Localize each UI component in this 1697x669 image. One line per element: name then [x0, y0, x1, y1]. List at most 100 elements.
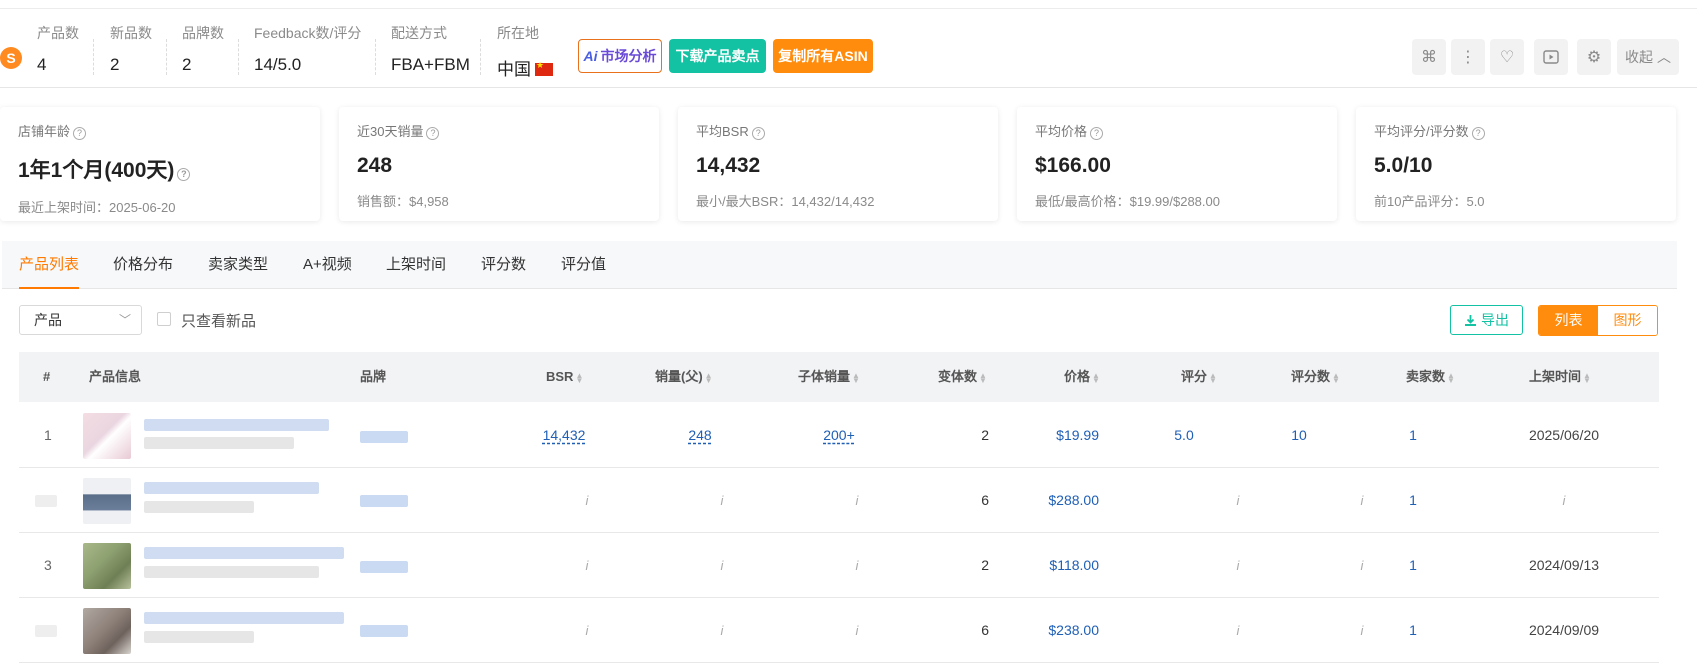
divider	[375, 39, 376, 75]
col-child-sales-sortable[interactable]: 子体销量 ▲ ▼	[798, 352, 860, 402]
col-bsr-sortable[interactable]: BSR ▲ ▼	[546, 352, 583, 402]
sales-link[interactable]: 248	[688, 427, 711, 443]
sales-placeholder-icon: i	[720, 558, 724, 573]
sort-icon: ▲ ▼	[575, 370, 584, 385]
col-reviews-sortable[interactable]: 评分数 ▲ ▼	[1291, 352, 1340, 402]
child-sales-value[interactable]: 200+	[809, 403, 869, 468]
help-icon[interactable]: ?	[177, 168, 191, 181]
listing-date: 2024/09/13	[1528, 557, 1600, 573]
product-title-blurred[interactable]	[144, 482, 319, 494]
help-icon[interactable]: ?	[73, 127, 87, 140]
sales-placeholder-icon: i	[720, 623, 724, 638]
download-selling-points-button[interactable]: 下载产品卖点	[669, 39, 766, 73]
help-icon[interactable]: ?	[1090, 127, 1104, 140]
sellers-value[interactable]: 1	[1388, 403, 1438, 468]
card-value: 14,432	[696, 154, 761, 177]
price-value[interactable]: $19.99	[1019, 403, 1099, 468]
col-price-sortable[interactable]: 价格 ▲ ▼	[1064, 352, 1100, 402]
help-icon[interactable]: ?	[426, 127, 440, 140]
stat-location: 所在地 中国	[497, 23, 553, 80]
stat-label: 配送方式	[391, 25, 447, 41]
table-row[interactable]: 1 14,432 248 200+ 2 $19.99 5.0 10 1 2025…	[19, 403, 1659, 468]
product-thumbnail[interactable]	[83, 478, 131, 524]
product-asin-blurred	[144, 566, 319, 578]
card-title: 平均评分/评分数?	[1374, 121, 1658, 140]
settings-gear-icon[interactable]: ⚙	[1577, 39, 1611, 75]
parent-sales-value[interactable]: 248	[670, 403, 730, 468]
product-thumbnail[interactable]	[83, 608, 131, 654]
sort-icon: ▲ ▼	[1092, 370, 1100, 385]
price-value[interactable]: $288.00	[1019, 468, 1099, 533]
child-sales-link[interactable]: 200+	[823, 427, 855, 443]
sellers-value[interactable]: 1	[1388, 533, 1438, 598]
card-title-text: 平均BSR	[696, 124, 749, 139]
only-new-label[interactable]: 只查看新品	[181, 310, 256, 331]
sellers-value[interactable]: 1	[1388, 598, 1438, 663]
command-icon[interactable]: ⌘	[1412, 39, 1446, 75]
product-title-blurred[interactable]	[144, 547, 344, 559]
card-avg-price: 平均价格? $166.00 最低/最高价格：$19.99/$288.00	[1017, 107, 1337, 221]
product-thumbnail[interactable]	[83, 543, 131, 589]
brand-blurred[interactable]	[360, 495, 408, 507]
brand-blurred[interactable]	[360, 431, 408, 443]
listing-date: 2024/09/09	[1528, 622, 1600, 638]
price-value[interactable]: $118.00	[1019, 533, 1099, 598]
col-label: 卖家数	[1406, 369, 1446, 384]
help-icon[interactable]: ?	[1471, 127, 1485, 140]
tab-review-count[interactable]: 评分数	[481, 241, 526, 289]
col-listing-date-sortable[interactable]: 上架时间 ▲ ▼	[1529, 352, 1591, 402]
stat-value: 14/5.0	[254, 55, 302, 74]
tab-price-distribution[interactable]: 价格分布	[113, 241, 173, 289]
copy-all-asin-button[interactable]: 复制所有ASIN	[773, 39, 873, 73]
video-play-svg	[1543, 50, 1559, 64]
brand-blurred[interactable]	[360, 625, 408, 637]
only-new-checkbox[interactable]	[157, 312, 171, 326]
bsr-placeholder-icon: i	[585, 493, 589, 508]
card-subtext: 最近上架时间：2025-06-20	[18, 200, 176, 215]
divider	[238, 39, 239, 75]
col-label: 评分	[1181, 369, 1208, 384]
tab-listing-date[interactable]: 上架时间	[386, 241, 446, 289]
card-value: 248	[357, 154, 393, 177]
tab-seller-type[interactable]: 卖家类型	[208, 241, 268, 289]
export-button[interactable]: 导出	[1450, 305, 1523, 335]
price-value[interactable]: $238.00	[1019, 598, 1099, 663]
bsr-value[interactable]: 14,432	[534, 403, 594, 468]
bsr-link[interactable]: 14,432	[543, 427, 586, 443]
market-analysis-button[interactable]: Ai 市场分析	[578, 39, 662, 73]
collapse-button[interactable]: 收起 ︿	[1617, 39, 1679, 75]
card-subtext: 最低/最高价格：$19.99/$288.00	[1035, 194, 1220, 209]
product-asin-blurred	[144, 437, 294, 449]
card-subtext: 最小/最大BSR：14,432/14,432	[696, 194, 875, 209]
rating-value[interactable]: 5.0	[1159, 403, 1209, 468]
brand-blurred[interactable]	[360, 561, 408, 573]
tab-product-list[interactable]: 产品列表	[19, 241, 80, 289]
video-play-icon[interactable]	[1534, 39, 1568, 75]
reviews-placeholder-icon: i	[1360, 493, 1364, 508]
more-vertical-icon[interactable]: ⋮	[1451, 39, 1485, 75]
tab-rating-value[interactable]: 评分值	[561, 241, 606, 289]
help-icon[interactable]: ?	[751, 127, 765, 140]
rating-placeholder-icon: i	[1236, 493, 1240, 508]
col-rating-sortable[interactable]: 评分 ▲ ▼	[1181, 352, 1217, 402]
table-row[interactable]: i i i 6 $238.00 i i 1 2024/09/09	[19, 598, 1659, 663]
view-chart-button[interactable]: 图形	[1598, 306, 1657, 335]
stat-label: 所在地	[497, 25, 539, 41]
product-thumbnail[interactable]	[83, 413, 131, 459]
sellers-value[interactable]: 1	[1388, 468, 1438, 533]
heart-icon[interactable]: ♡	[1490, 39, 1524, 75]
table-row[interactable]: 3 i i i 2 $118.00 i i 1 2024/09/13	[19, 533, 1659, 598]
col-parent-sales-sortable[interactable]: 销量(父) ▲ ▼	[655, 352, 713, 402]
col-variants-sortable[interactable]: 变体数 ▲ ▼	[938, 352, 987, 402]
sort-icon: ▲ ▼	[1583, 370, 1591, 385]
view-list-button[interactable]: 列表	[1539, 306, 1598, 335]
table-row[interactable]: i i i 6 $288.00 i i 1 i	[19, 468, 1659, 533]
card-title-text: 平均价格	[1035, 124, 1088, 139]
col-index: #	[43, 369, 51, 384]
product-type-select[interactable]: 产品 ﹀	[19, 305, 142, 335]
product-title-blurred[interactable]	[144, 612, 344, 624]
tab-a-plus-video[interactable]: A+视频	[303, 241, 352, 289]
product-title-blurred[interactable]	[144, 419, 329, 431]
col-sellers-sortable[interactable]: 卖家数 ▲ ▼	[1406, 352, 1455, 402]
reviews-value[interactable]: 10	[1269, 403, 1329, 468]
